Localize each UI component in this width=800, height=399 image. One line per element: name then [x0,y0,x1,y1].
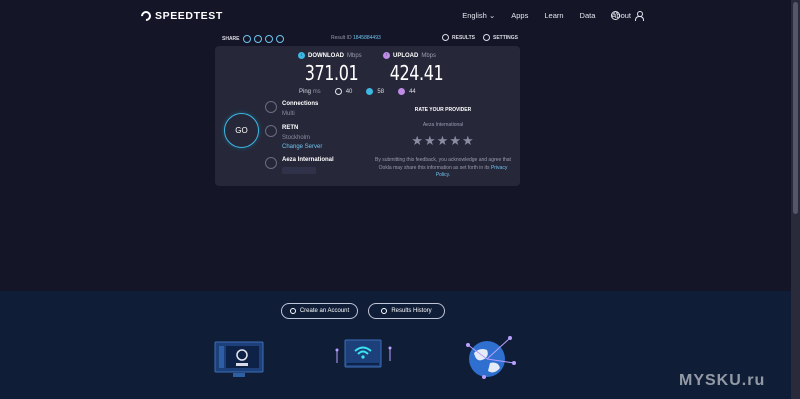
connections-icon[interactable] [265,101,277,113]
server-info: RETN Stockholm Change Server [265,125,322,150]
connections-value: Multi [282,111,295,117]
ping-label: Ping ms [299,89,321,95]
check-circle-icon [442,34,450,41]
server-city: Stockholm [282,135,311,141]
result-id: Result ID 1845884493 [331,35,381,41]
share-label: SHARE [222,36,240,42]
nav-link-data[interactable]: Data [580,11,596,20]
results-history-button[interactable]: Results History [368,303,445,319]
download-arrow-icon: ↓ [298,52,305,59]
ping-idle-value: 40 [345,88,353,95]
speedometer-icon [138,8,154,24]
upload-label: UPLOAD [393,52,419,59]
nav-icons: ? [611,11,644,21]
idle-ping-icon [334,88,342,95]
connections-label: Connections [282,101,319,107]
ping-label-text: Ping [299,88,312,95]
rate-provider: RATE YOUR PROVIDER Aeza International ★★… [373,107,513,180]
nav-link-learn[interactable]: Learn [544,11,563,20]
watermark: MYSKU.ru [679,372,766,389]
isp-info: Aeza International [265,157,334,174]
create-account-button[interactable]: Create an Account [281,303,358,319]
server-name: RETN [282,125,299,131]
download-value: 371.01 [304,61,359,85]
nav-links: English ⌄ Apps Learn Data About [462,11,631,20]
create-account-label: Create an Account [299,308,350,314]
ping-up-value: 44 [409,88,416,95]
user-icon[interactable] [634,11,644,21]
brand-name: SPEEDTEST [155,10,223,22]
upload-value: 424.41 [389,61,444,85]
connections-info: Connections Multi [265,101,318,117]
help-icon[interactable]: ? [611,11,620,20]
ping-upload: 44 [398,88,416,95]
results-history-label: Results History [391,308,432,314]
result-id-label: Result ID [331,35,352,41]
facebook-icon[interactable] [264,35,273,43]
upload-ping-icon [398,88,406,95]
ping-down-value: 58 [377,88,385,95]
download-ping-icon [366,88,374,95]
footer: Create an Account Results History [0,291,791,399]
result-actions: RESULTS SETTINGS [442,34,518,41]
globe-icon [265,125,277,137]
rate-provider-name: Aeza International [422,122,464,128]
rate-note: By submitting this feedback, you acknowl… [373,157,513,180]
ping-idle: 40 [334,88,353,95]
result-id-value[interactable]: 1845884493 [353,35,381,41]
language-label: English [462,11,487,20]
upload-unit: Mbps [421,52,437,59]
go-button[interactable]: GO [224,113,259,148]
twitter-icon[interactable] [253,35,262,43]
change-server-link[interactable]: Change Server [282,144,322,150]
language-selector[interactable]: English ⌄ [462,11,495,20]
result-panel: ↓ DOWNLOAD Mbps 371.01 ↑ UPLOAD Mbps 424.41 … [215,46,520,186]
ping-download: 58 [366,88,384,95]
globe-network-illustration [466,336,516,379]
upload-arrow-icon: ↑ [383,52,390,59]
history-icon [381,308,388,314]
settings-button[interactable]: SETTINGS [482,34,518,41]
desktop-app-illustration [214,341,264,377]
more-icon[interactable] [275,35,284,43]
gear-icon [482,34,490,41]
add-user-icon [289,308,296,314]
isp-name: Aeza International [282,157,334,163]
star-rating[interactable]: ★★★★★ [373,133,513,149]
wifi-router-illustration [335,339,392,368]
download-metric: ↓ DOWNLOAD Mbps 371.01 [298,52,365,85]
scrollbar-thumb[interactable] [793,2,798,214]
person-icon [265,157,277,169]
download-label: DOWNLOAD [308,52,344,59]
download-unit: Mbps [347,52,362,59]
speedtest-logo[interactable]: SPEEDTEST [138,8,223,24]
ping-row: Ping ms 40 58 44 [299,88,416,95]
ping-unit: ms [312,88,321,95]
nav-link-apps[interactable]: Apps [511,11,528,20]
settings-label: SETTINGS [492,34,518,41]
redacted-ip [282,167,316,174]
page-scrollbar[interactable] [791,0,800,399]
rate-title: RATE YOUR PROVIDER [414,107,472,113]
results-label: RESULTS [452,34,475,41]
upload-metric: ↑ UPLOAD Mbps 424.41 [383,52,450,85]
chevron-down-icon: ⌄ [488,11,496,20]
link-icon[interactable] [242,35,251,43]
share-group: SHARE [222,35,284,43]
results-button[interactable]: RESULTS [442,34,475,41]
top-navigation: SPEEDTEST English ⌄ Apps Learn Data Abou… [0,0,791,32]
share-bar: SHARE Result ID 1845884493 RESULTS SETTI… [222,33,520,45]
